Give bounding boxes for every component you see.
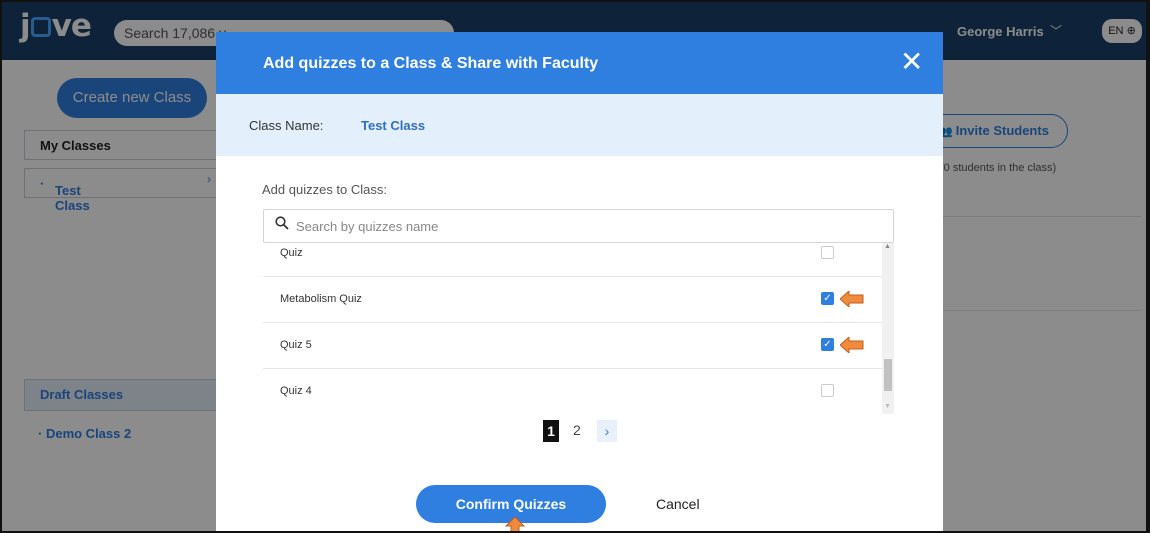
arrow-up-icon — [505, 516, 525, 531]
list-scrollbar[interactable]: ▲ ▼ — [882, 243, 894, 414]
page-button-current[interactable]: 1 — [543, 420, 559, 442]
modal-header: Add quizzes to a Class & Share with Facu… — [216, 32, 943, 94]
add-quizzes-label: Add quizzes to Class: — [262, 182, 388, 197]
close-icon[interactable]: ✕ — [900, 48, 923, 76]
list-item[interactable]: Quiz 4 — [263, 369, 883, 414]
quiz-search-input[interactable]: Search by quizzes name — [263, 209, 894, 243]
add-quizzes-modal: Add quizzes to a Class & Share with Facu… — [216, 32, 943, 531]
list-item[interactable]: Quiz — [263, 243, 883, 277]
modal-title: Add quizzes to a Class & Share with Facu… — [263, 55, 599, 72]
quiz-list[interactable]: Quiz Metabolism Quiz ✓ Quiz 5 ✓ Quiz 4 ▲… — [263, 243, 894, 414]
class-info-band: Class Name: Test Class — [216, 94, 943, 156]
cancel-button[interactable]: Cancel — [656, 496, 700, 512]
next-page-icon[interactable]: › — [597, 420, 617, 442]
quiz-checkbox[interactable] — [821, 384, 834, 397]
search-icon — [275, 216, 289, 234]
app-window: j ve Search 17,086 v George Harris ﹀ EN ⊕… — [0, 0, 1150, 533]
page-button-2[interactable]: 2 — [573, 422, 581, 438]
quiz-name: Quiz 4 — [280, 385, 312, 397]
class-name-value: Test Class — [361, 118, 426, 133]
quiz-checkbox[interactable]: ✓ — [821, 292, 834, 305]
scroll-down-icon[interactable]: ▼ — [884, 403, 891, 410]
quiz-name: Quiz 5 — [280, 339, 312, 351]
quiz-name: Quiz — [280, 247, 303, 259]
list-item[interactable]: Quiz 5 ✓ — [263, 323, 883, 369]
scrollbar-thumb[interactable] — [884, 359, 892, 391]
arrow-left-icon — [840, 337, 864, 353]
arrow-left-icon — [840, 291, 864, 307]
scroll-up-icon[interactable]: ▲ — [884, 243, 891, 250]
quiz-search-placeholder: Search by quizzes name — [296, 219, 439, 234]
quiz-checkbox[interactable] — [821, 246, 834, 259]
quiz-checkbox[interactable]: ✓ — [821, 338, 834, 351]
list-item[interactable]: Metabolism Quiz ✓ — [263, 277, 883, 323]
class-name-label: Class Name: — [249, 118, 324, 133]
quiz-name: Metabolism Quiz — [280, 293, 362, 305]
